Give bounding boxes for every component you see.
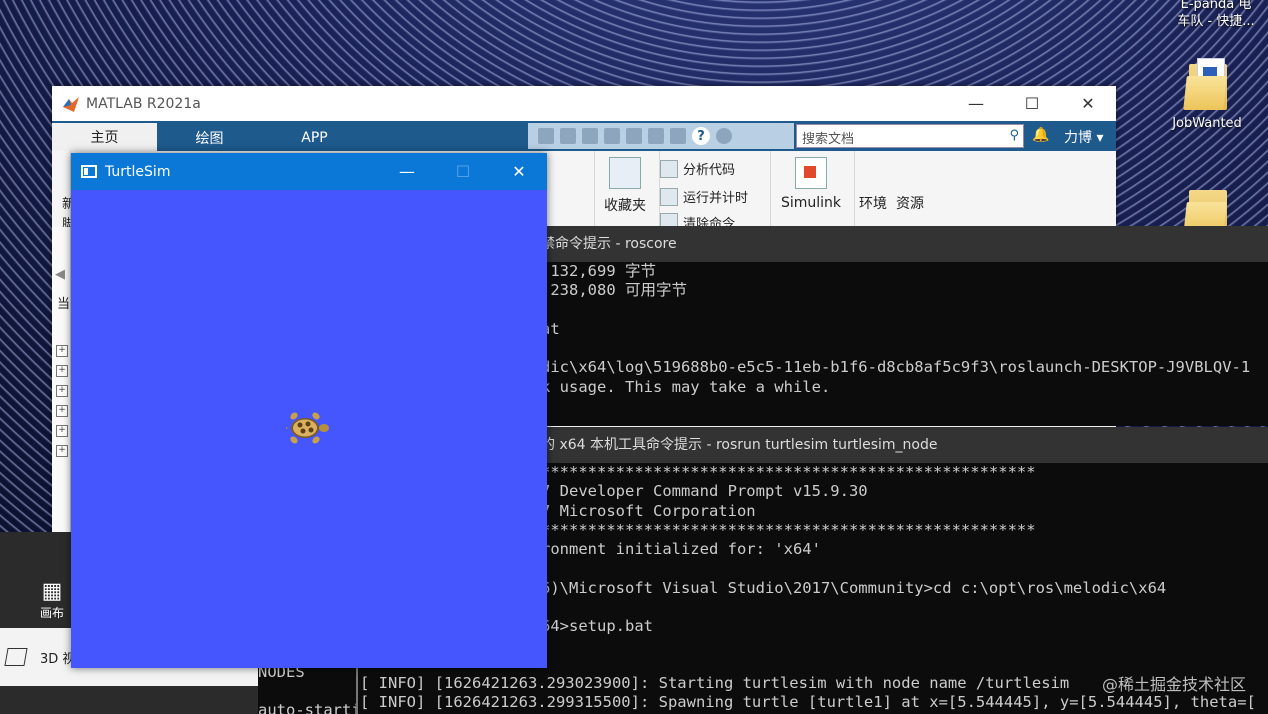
tree-expand-icon[interactable]: + [56, 445, 68, 457]
canvas-tool-button[interactable]: ▦ 画布 [30, 580, 74, 621]
terminal-left-line: auto-starti [258, 701, 361, 714]
redo-icon[interactable] [648, 128, 664, 144]
terminal-turtlesim-titlebar[interactable]: 的 x64 本机工具命令提示 - rosrun turtlesim turtle… [535, 427, 1268, 463]
terminal-line: dic\x64\log\519688b0-e5c5-11eb-b1f6-d8cb… [541, 358, 1251, 377]
environment-label: 环境 [859, 196, 887, 212]
quick-access-toolbar: ? [528, 123, 794, 149]
search-docs-input[interactable]: 搜索文档 ⚲ [796, 124, 1024, 148]
environment-button[interactable]: 环境 [856, 193, 890, 213]
search-icon[interactable]: ⚲ [1009, 128, 1019, 143]
close-icon[interactable]: ✕ [491, 153, 547, 190]
turtlesim-window: TurtleSim — ☐ ✕ [71, 153, 547, 668]
terminal-line: 7 Developer Command Prompt v15.9.30 [541, 482, 868, 501]
resources-label: 资源 [896, 196, 924, 212]
terminal-line: ronment initialized for: 'x64' [541, 540, 821, 559]
turtlesim-title: TurtleSim [105, 163, 171, 180]
tree-expand-icon[interactable]: + [56, 385, 68, 397]
user-name: 力博 [1064, 130, 1092, 146]
search-placeholder: 搜索文档 [802, 132, 855, 147]
turtle-icon [286, 412, 329, 444]
desktop-icon-label: JobWanted [1172, 116, 1242, 131]
desktop-shortcut-label-1: E-panda 电 [1180, 0, 1252, 12]
tree-expand-icon[interactable]: + [56, 425, 68, 437]
current-folder-fragment: 当 [57, 297, 71, 312]
canvas-icon: ▦ [41, 579, 63, 604]
resources-button[interactable]: 资源 [892, 193, 928, 213]
tree-expand-icon[interactable]: + [56, 405, 68, 417]
matlab-title: MATLAB R2021a [86, 95, 201, 112]
dropdown-icon[interactable] [716, 128, 732, 144]
notification-bell-icon[interactable]: 🔔 [1032, 127, 1049, 143]
view-3d-icon [4, 648, 28, 666]
ribbon-group-variable [547, 151, 595, 227]
ribbon-group-code [658, 151, 771, 227]
back-arrow-icon[interactable]: ◀ [55, 267, 65, 282]
matlab-ribbon-tabs: 主页 绘图 APP ? 搜索文档 ⚲ 🔔 力博 ▾ [52, 121, 1116, 151]
user-menu[interactable]: 力博 ▾ [1064, 127, 1103, 147]
turtlesim-titlebar[interactable]: TurtleSim — ☐ ✕ [71, 153, 547, 190]
undo-icon[interactable] [626, 128, 642, 144]
terminal-line: ****************************************… [541, 463, 1036, 481]
ribbon-group-file: 新 脚 [52, 151, 75, 232]
terminal-turtlesim-output: ****************************************… [535, 463, 1268, 675]
desktop-shortcut-epanda[interactable]: E-panda 电 车队 - 快捷... [1166, 0, 1266, 30]
terminal-line: 64>setup.bat [541, 617, 653, 636]
terminal-line: 7 Microsoft Corporation [541, 501, 756, 520]
desktop-shortcut-label-2: 车队 - 快捷... [1177, 14, 1255, 29]
save-icon[interactable] [538, 128, 554, 144]
cut-icon[interactable] [560, 128, 576, 144]
terminal-line: [ INFO] [1626421263.299315500]: Spawning… [360, 693, 1256, 712]
terminal-line: k usage. This may take a while. [541, 377, 831, 396]
terminal-roscore-output: 132,699 字节 238,080 可用字节 at dic\x64\log\519… [535, 262, 1268, 397]
matlab-logo-icon [63, 96, 79, 112]
terminal-line: ****************************************… [541, 520, 1036, 539]
folder-icon [1183, 58, 1229, 112]
tree-expand-icon[interactable]: + [56, 345, 68, 357]
maximize-icon[interactable]: ☐ [1004, 86, 1060, 121]
tab-home[interactable]: 主页 [52, 123, 157, 151]
close-icon[interactable]: ✕ [1060, 86, 1116, 121]
canvas-label: 画布 [39, 606, 64, 620]
ribbon-group-simulink [770, 151, 855, 227]
minimize-icon[interactable]: — [379, 153, 435, 190]
minimize-icon[interactable]: — [948, 86, 1004, 121]
copy-icon[interactable] [582, 128, 598, 144]
tree-expand-icon[interactable]: + [56, 365, 68, 377]
matlab-file-browser: ◀ 当 + + + + + + [52, 227, 71, 536]
help-icon[interactable]: ? [692, 127, 710, 145]
tab-plots[interactable]: 绘图 [157, 125, 262, 151]
terminal-line: 132,699 字节 [541, 262, 656, 280]
tab-apps[interactable]: APP [262, 125, 367, 151]
ribbon-group-favorites [594, 151, 660, 227]
matlab-titlebar[interactable]: MATLAB R2021a — ☐ ✕ [52, 86, 1116, 121]
maximize-icon: ☐ [455, 162, 471, 181]
paste-icon[interactable] [604, 128, 620, 144]
watermark: @稀土掘金技术社区 [1101, 675, 1246, 694]
terminal-roscore-titlebar[interactable]: 禁命令提示 - roscore [535, 226, 1268, 262]
terminal-roscore[interactable]: 禁命令提示 - roscore 132,699 字节 238,080 可用字节 a… [535, 226, 1268, 426]
desktop-icon-jobwanted[interactable]: JobWanted [1162, 58, 1252, 131]
switch-windows-icon[interactable] [670, 128, 686, 144]
terminal-line: 238,080 可用字节 [541, 281, 687, 300]
window-app-icon [81, 165, 97, 178]
terminal-line: 6)\Microsoft Visual Studio\2017\Communit… [541, 578, 1167, 597]
terminal-line: at [541, 319, 560, 338]
